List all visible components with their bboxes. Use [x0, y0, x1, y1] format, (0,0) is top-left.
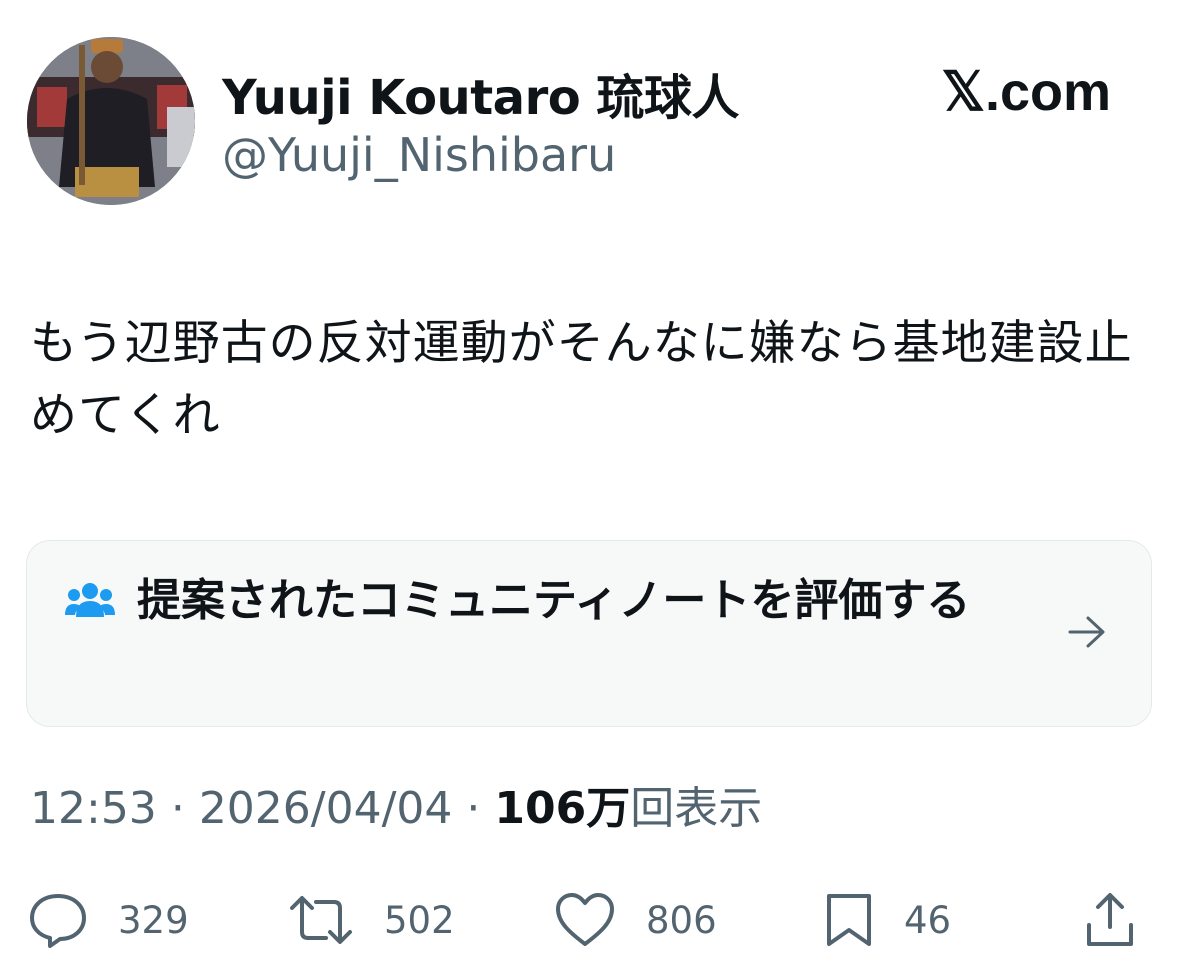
arrow-right-icon: [1067, 615, 1107, 653]
views-label: 回表示: [630, 783, 763, 834]
reply-count: 329: [118, 898, 189, 942]
avatar[interactable]: [27, 37, 195, 205]
tweet-meta: 12:53 · 2026/04/04 · 106万回表示: [30, 772, 762, 836]
heart-icon: [556, 893, 614, 946]
community-note-card[interactable]: 提案されたコミュニティノートを評価する: [26, 540, 1152, 727]
meta-separator: ·: [170, 783, 185, 834]
reply-button[interactable]: 329: [28, 890, 189, 950]
tweet-text: もう辺野古の反対運動がそんなに嫌なら基地建設止めてくれ: [30, 316, 1133, 443]
like-count: 806: [646, 898, 717, 942]
bookmark-button[interactable]: 46: [824, 890, 951, 950]
people-icon: [65, 581, 115, 625]
views-count: 106万: [494, 783, 631, 834]
author-handle[interactable]: @Yuuji_Nishibaru: [222, 128, 616, 182]
repost-count: 502: [384, 898, 455, 942]
tweet-date[interactable]: 2026/04/04: [199, 783, 453, 834]
repost-button[interactable]: 502: [288, 890, 455, 950]
action-bar: 329 502 806 46: [28, 890, 1152, 950]
bookmark-icon: [827, 894, 871, 946]
tweet-time[interactable]: 12:53: [30, 783, 157, 834]
meta-separator: ·: [466, 783, 481, 834]
bookmark-count: 46: [904, 898, 952, 942]
reply-icon: [30, 894, 86, 948]
like-button[interactable]: 806: [554, 890, 717, 950]
community-note-label: 提案されたコミュニティノートを評価する: [137, 575, 971, 626]
share-icon: [1087, 893, 1133, 946]
author-display-name[interactable]: Yuuji Koutaro 琉球人: [222, 58, 739, 128]
profile-photo: [27, 37, 195, 205]
site-logo: 𝕏.com: [941, 62, 1111, 122]
repost-icon: [290, 896, 352, 944]
share-button[interactable]: [1084, 890, 1136, 950]
